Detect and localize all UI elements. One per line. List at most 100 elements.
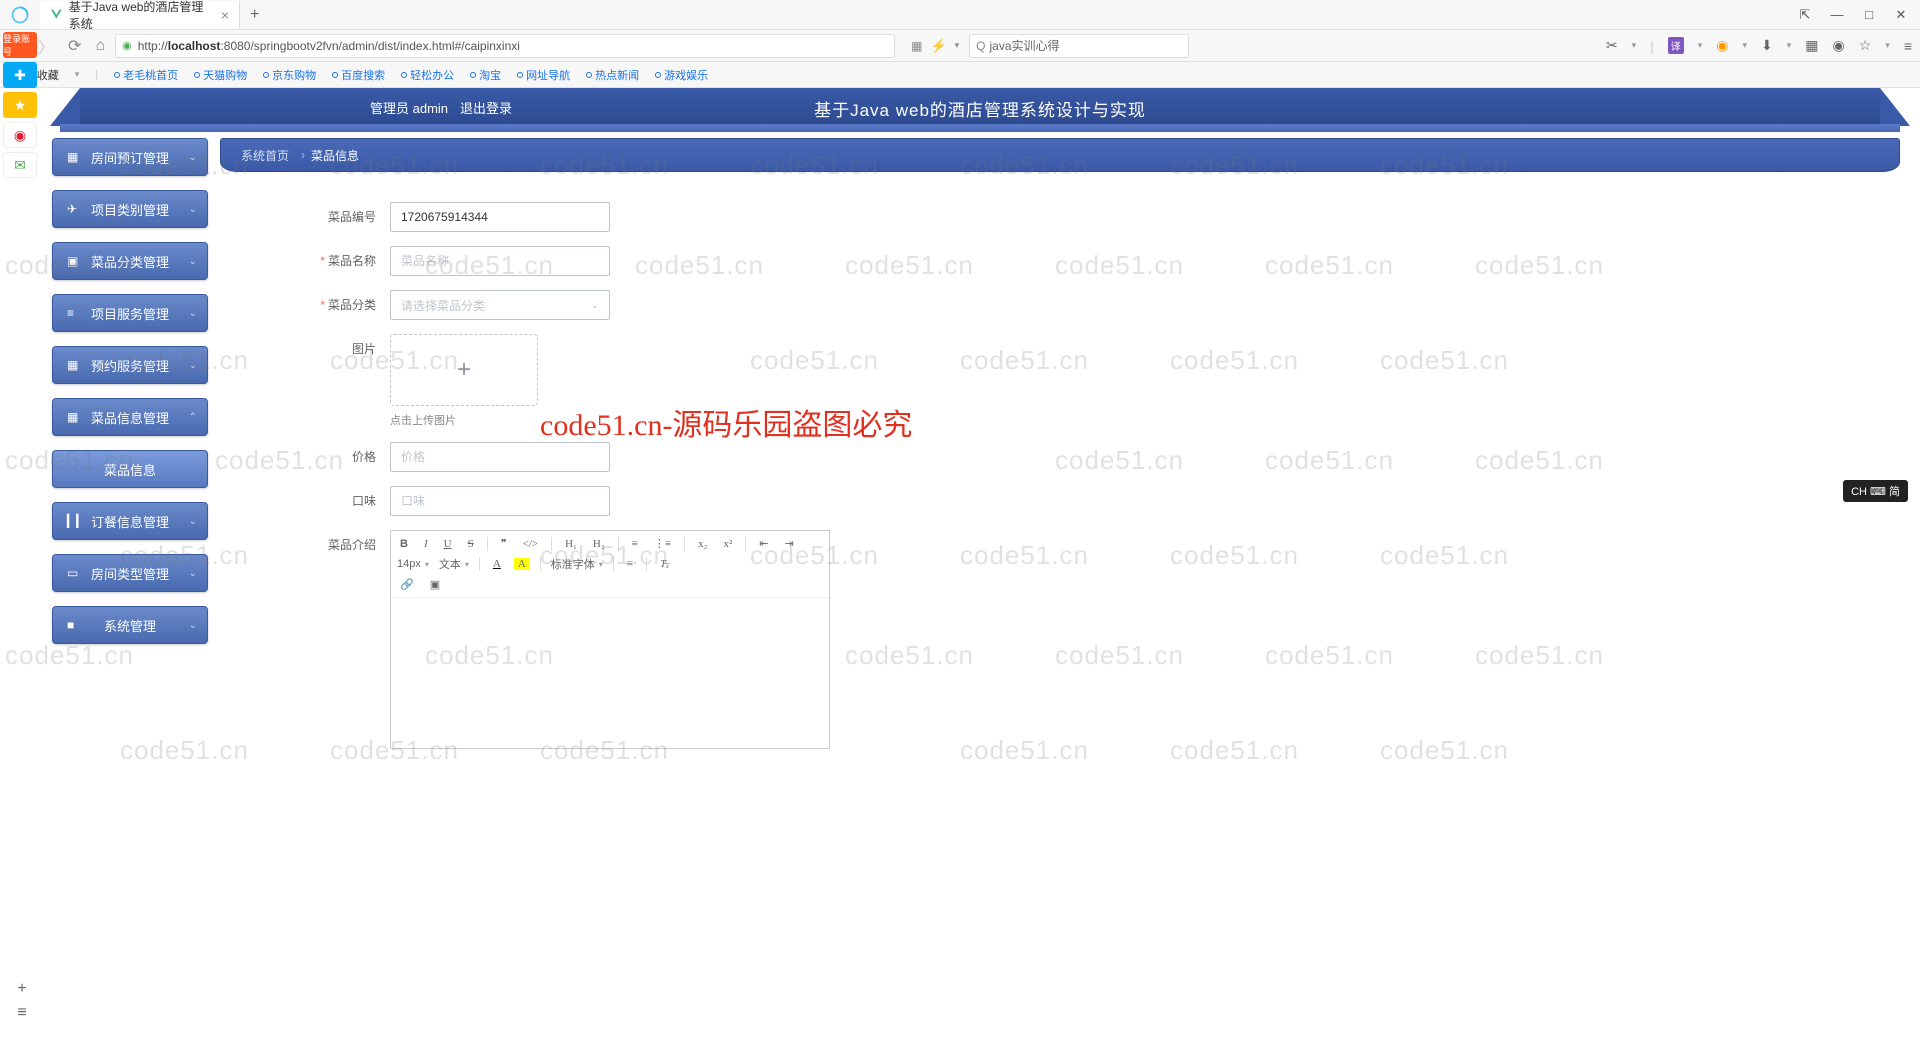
input-code[interactable] <box>390 202 610 232</box>
sidebar-item-category[interactable]: ✈项目类别管理⌄ <box>52 190 208 228</box>
breadcrumb-home[interactable]: 系统首页 <box>241 147 289 164</box>
tab-close-icon[interactable]: × <box>221 7 229 23</box>
bold-icon[interactable]: B <box>397 536 411 552</box>
download-icon[interactable]: ⬇ <box>1761 37 1773 54</box>
qr-icon[interactable]: ▦ <box>911 39 922 53</box>
logout-link[interactable]: 退出登录 <box>460 98 512 117</box>
ql-weibo-icon[interactable]: ◉ <box>3 122 37 148</box>
fav-label: 收藏 <box>37 67 59 83</box>
image-icon[interactable]: ▣ <box>427 576 443 593</box>
bm-icon <box>263 72 269 78</box>
sidebar-item-room-type[interactable]: ▭房间类型管理⌄ <box>52 554 208 592</box>
sup-icon[interactable]: x² <box>720 536 735 552</box>
link-icon[interactable]: 🔗 <box>397 576 417 593</box>
compass-icon[interactable]: ◉ <box>1833 37 1845 54</box>
row-name: *菜品名称 <box>310 246 1120 276</box>
chevron-down-icon[interactable]: ▾ <box>955 40 960 51</box>
italic-icon[interactable]: I <box>421 536 431 552</box>
win-max-icon[interactable]: □ <box>1862 7 1876 23</box>
ime-badge[interactable]: CH ⌨ 简 <box>1843 480 1908 502</box>
indent-in-icon[interactable]: ⇥ <box>781 535 796 552</box>
bookmark-item[interactable]: 游戏娱乐 <box>655 67 708 83</box>
clear-icon[interactable]: T̶ₓ <box>657 556 672 572</box>
underline-icon[interactable]: U <box>441 536 455 552</box>
font-family-select[interactable]: 标准字体▾ <box>551 556 603 572</box>
apps-icon[interactable]: ▦ <box>1805 37 1818 54</box>
quick-launch-bar: 登录账号 ✚ ★ ◉ ✉ <box>0 30 40 178</box>
translate-icon[interactable]: 译 <box>1668 37 1684 54</box>
bookmark-item[interactable]: 淘宝 <box>470 67 501 83</box>
sidebar-item-system[interactable]: ■系统管理⌄ <box>52 606 208 644</box>
sub-icon[interactable]: x₂ <box>695 536 710 552</box>
banner-right-edge <box>1880 88 1910 126</box>
new-tab-button[interactable]: + <box>240 6 269 24</box>
reload-icon[interactable]: ⟳ <box>68 36 81 56</box>
ql-login-icon[interactable]: 登录账号 <box>3 32 37 58</box>
win-shrink-icon[interactable]: ⇱ <box>1798 7 1812 23</box>
bm-icon <box>194 72 200 78</box>
h2-icon[interactable]: H₂ <box>590 536 608 552</box>
sidebar-item-service[interactable]: ≡项目服务管理⌄ <box>52 294 208 332</box>
ql-app2-icon[interactable]: ★ <box>3 92 37 118</box>
upload-hint: 点击上传图片 <box>390 412 538 428</box>
editor-body[interactable] <box>391 598 829 748</box>
bookmark-item[interactable]: 老毛桃首页 <box>114 67 178 83</box>
sidebar-item-reserve-service[interactable]: ▦预约服务管理⌄ <box>52 346 208 384</box>
ul-icon[interactable]: ⋮≡ <box>651 535 674 552</box>
h1-icon[interactable]: H₁ <box>562 536 580 552</box>
collapse-menu-icon[interactable]: ≡ <box>10 1004 34 1022</box>
browser-logo-icon <box>0 0 40 30</box>
quote-icon[interactable]: ❞ <box>498 535 510 552</box>
bm-icon <box>586 72 592 78</box>
indent-out-icon[interactable]: ⇤ <box>756 535 771 552</box>
input-taste[interactable] <box>390 486 610 516</box>
font-size-select[interactable]: 14px▾ <box>397 558 429 570</box>
chevron-down-icon: ⌄ <box>189 204 197 215</box>
separator <box>618 537 619 551</box>
win-close-icon[interactable]: ✕ <box>1894 7 1908 23</box>
sidebar-item-dish-info[interactable]: ▦菜品信息管理⌃ <box>52 398 208 436</box>
ol-icon[interactable]: ≡ <box>629 536 641 552</box>
ql-mail-icon[interactable]: ✉ <box>3 152 37 178</box>
upload-button[interactable]: + <box>390 334 538 406</box>
browser-tab[interactable]: 基于Java web的酒店管理系统 × <box>40 1 240 29</box>
url-host: localhost <box>168 39 221 53</box>
sidebar-item-order[interactable]: ▎▎订餐信息管理⌄ <box>52 502 208 540</box>
home-icon[interactable]: ⌂ <box>95 37 105 55</box>
browser-tab-bar: 基于Java web的酒店管理系统 × + ⇱ — □ ✕ <box>0 0 1920 30</box>
win-min-icon[interactable]: — <box>1830 7 1844 23</box>
scissors-icon[interactable]: ✂ <box>1606 37 1618 54</box>
code-icon[interactable]: </> <box>520 536 541 552</box>
bg-color-icon[interactable]: A <box>514 558 530 570</box>
url-input[interactable]: ◉ http://localhost:8080/springbootv2fvn/… <box>115 34 895 58</box>
collapse-add-icon[interactable]: + <box>10 980 34 998</box>
dish-form: 菜品编号 *菜品名称 *菜品分类 请选择菜品分类 ⌄ 图片 <box>220 202 1120 749</box>
text-color-icon[interactable]: A <box>490 556 504 572</box>
input-price[interactable] <box>390 442 610 472</box>
select-category[interactable]: 请选择菜品分类 ⌄ <box>390 290 610 320</box>
label-code: 菜品编号 <box>310 202 390 232</box>
input-name[interactable] <box>390 246 610 276</box>
menu-icon[interactable]: ≡ <box>1904 38 1912 54</box>
star-icon[interactable]: ☆ <box>1859 37 1872 54</box>
flash-icon[interactable]: ⚡ <box>930 38 946 54</box>
strike-icon[interactable]: S <box>465 536 477 552</box>
ql-app1-icon[interactable]: ✚ <box>3 62 37 88</box>
sidebar-item-dish-category[interactable]: ▣菜品分类管理⌄ <box>52 242 208 280</box>
sidebar-subitem-dish-info[interactable]: 菜品信息 <box>52 450 208 488</box>
bookmark-item[interactable]: 网址导航 <box>517 67 570 83</box>
align-icon[interactable]: ≡ <box>624 556 636 572</box>
bookmark-item[interactable]: 轻松办公 <box>401 67 454 83</box>
adblock-icon[interactable]: ◉ <box>1716 37 1728 54</box>
search-input[interactable]: Q java实训心得 <box>969 34 1189 58</box>
forward-icon[interactable]: 〉 <box>38 34 54 58</box>
bm-icon <box>470 72 476 78</box>
font-style-select[interactable]: 文本▾ <box>439 556 469 572</box>
bookmark-item[interactable]: 百度搜索 <box>332 67 385 83</box>
bookmark-item[interactable]: 京东购物 <box>263 67 316 83</box>
bookmark-item[interactable]: 天猫购物 <box>194 67 247 83</box>
bookmark-item[interactable]: 热点新闻 <box>586 67 639 83</box>
separator <box>684 537 685 551</box>
label-name: *菜品名称 <box>310 246 390 276</box>
sidebar-item-room-booking[interactable]: ▦房间预订管理⌄ <box>52 138 208 176</box>
